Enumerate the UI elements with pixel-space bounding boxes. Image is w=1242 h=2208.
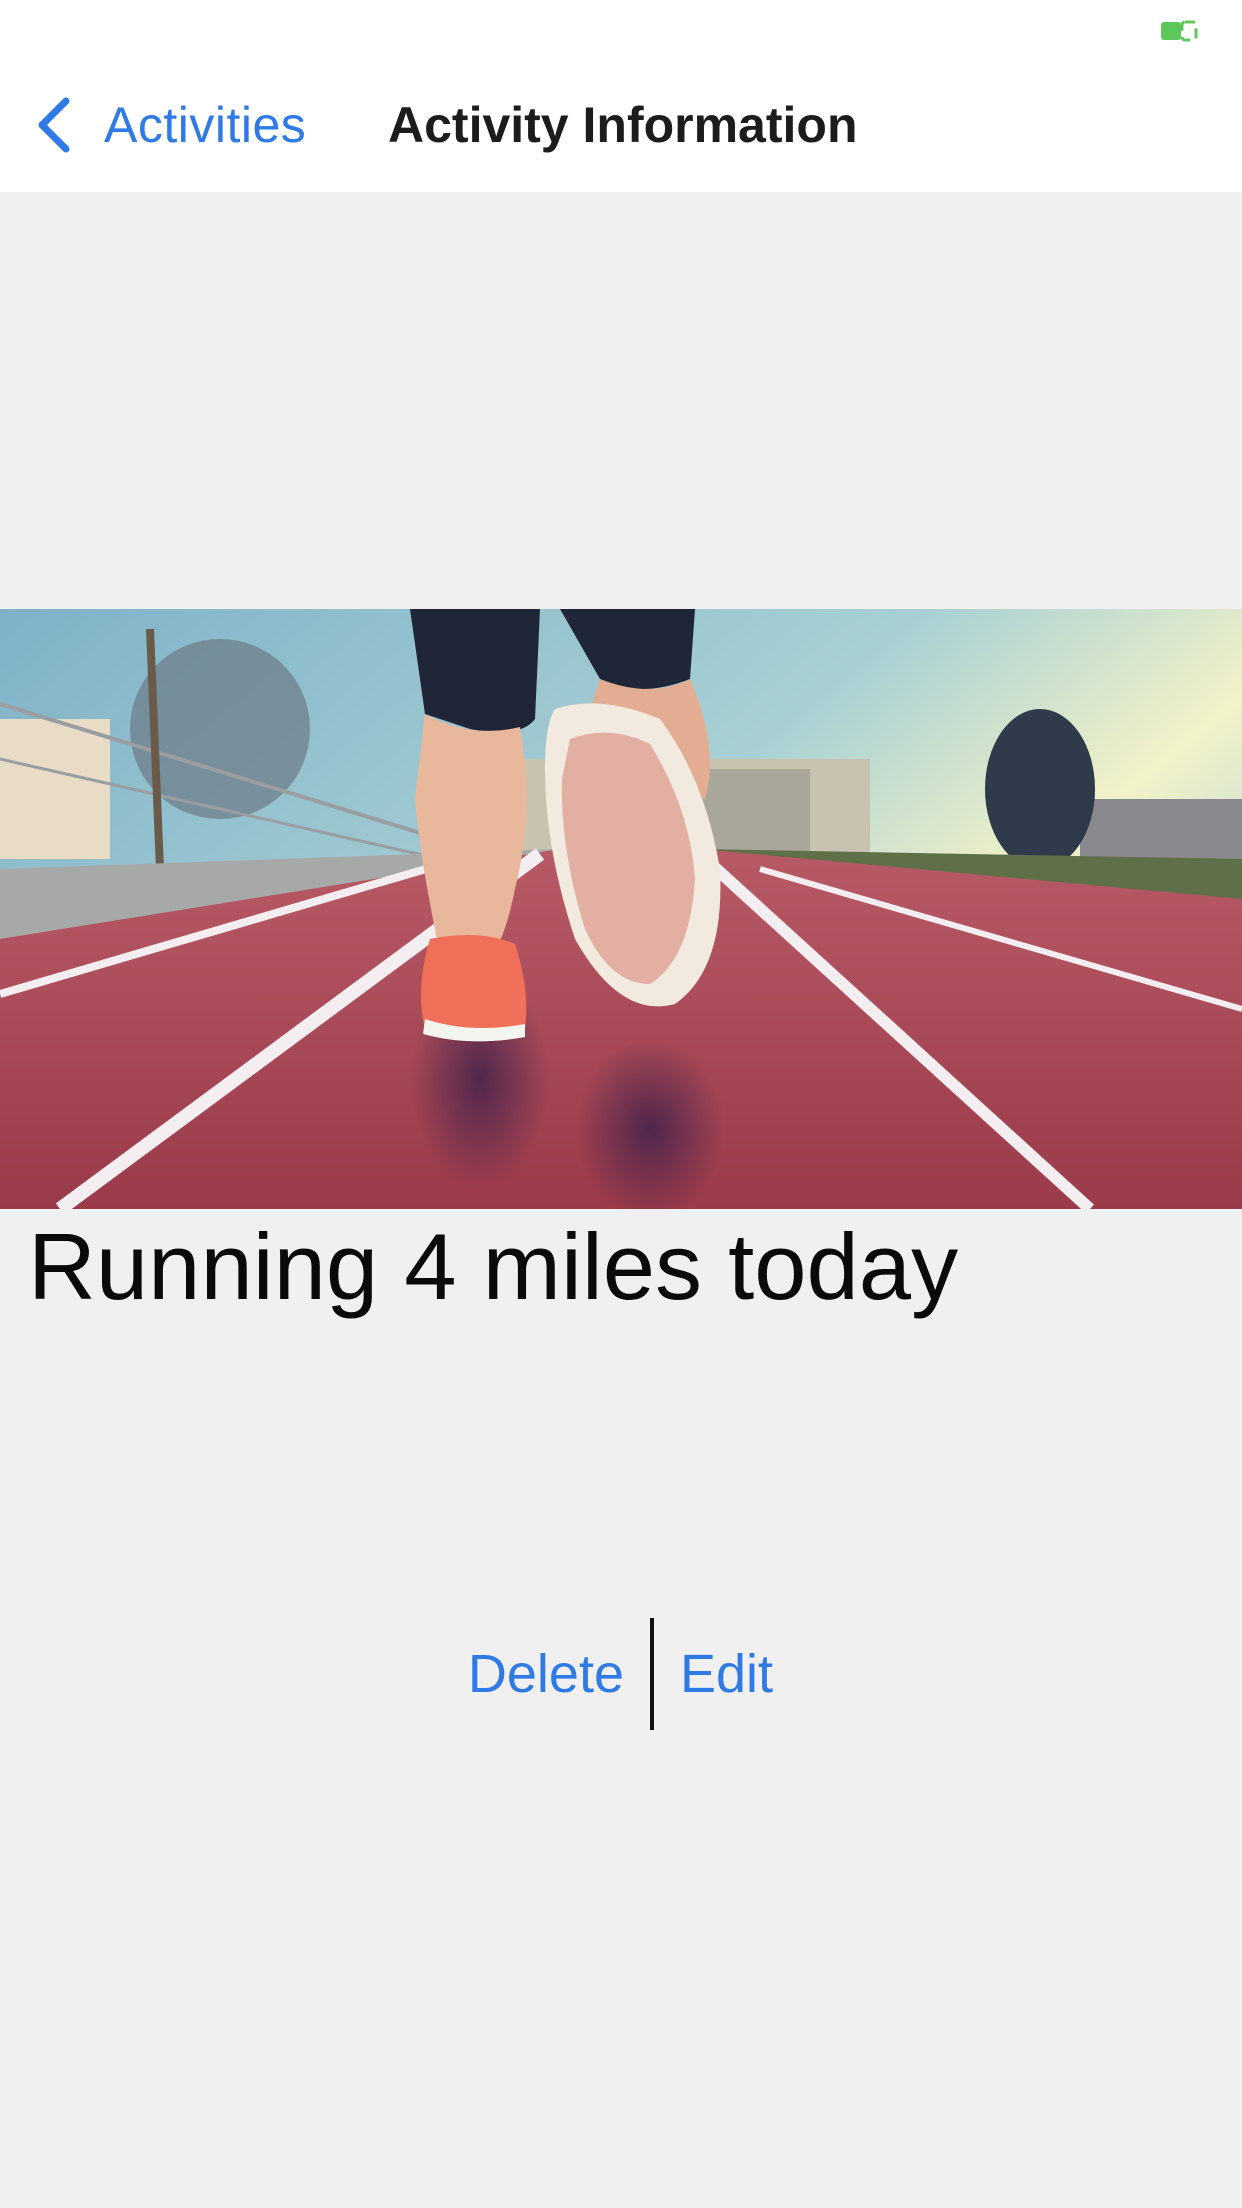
status-bar xyxy=(0,0,1242,60)
battery-icon xyxy=(1161,20,1198,42)
page-title: Activity Information xyxy=(388,97,858,153)
activity-title: Running 4 miles today xyxy=(28,1214,959,1319)
activity-photo xyxy=(0,609,1242,1209)
action-bar: Delete Edit xyxy=(0,1618,1242,1730)
back-button-label: Activities xyxy=(104,97,307,153)
edit-button[interactable]: Edit xyxy=(680,1618,773,1730)
back-button[interactable]: Activities xyxy=(34,90,306,160)
delete-button[interactable]: Delete xyxy=(468,1618,624,1730)
navigation-bar: Activities Activity Information xyxy=(0,60,1242,192)
divider xyxy=(650,1618,654,1730)
chevron-left-icon xyxy=(38,97,70,153)
